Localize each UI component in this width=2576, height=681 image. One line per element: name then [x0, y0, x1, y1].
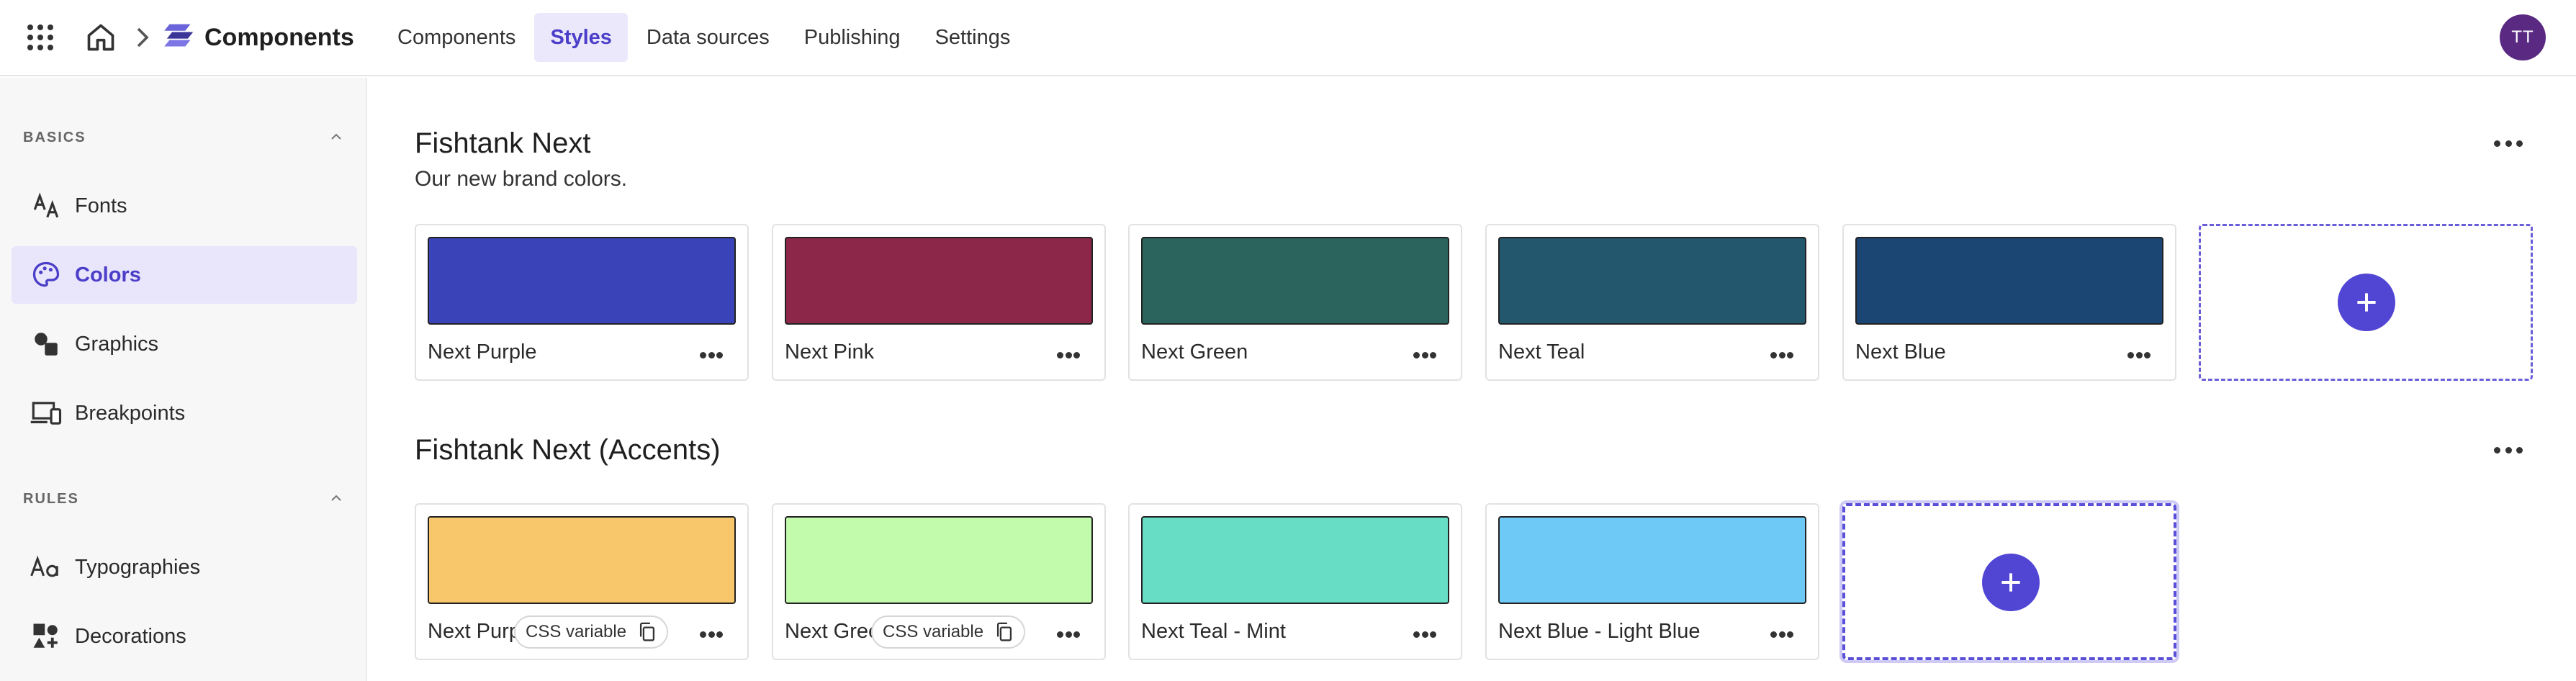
sidebar-item-fonts[interactable]: Fonts	[12, 177, 357, 235]
color-swatch[interactable]	[1498, 237, 1806, 325]
color-swatch[interactable]	[785, 237, 1093, 325]
devices-icon	[29, 396, 63, 430]
section-rules-title: RULES	[23, 491, 79, 507]
chevron-right-icon	[137, 27, 149, 48]
section-basics-title: BASICS	[23, 130, 86, 145]
decorations-icon	[29, 619, 63, 654]
color-swatch[interactable]	[1141, 237, 1449, 325]
css-variable-label: CSS variable	[526, 622, 627, 641]
sidebar-item-label: Decorations	[75, 624, 186, 648]
sidebar: BASICS Fonts Colors Graphics Breakpoints…	[0, 78, 367, 681]
components-logo-icon	[164, 24, 194, 47]
plus-icon	[2338, 274, 2395, 331]
more-options-icon[interactable]	[1057, 631, 1080, 639]
color-swatch[interactable]	[1855, 237, 2163, 325]
color-card[interactable]: Next Teal	[1485, 224, 1819, 381]
sidebar-item-graphics[interactable]: Graphics	[12, 315, 357, 373]
color-card[interactable]: Next Purple	[415, 224, 749, 381]
add-color-button[interactable]	[2199, 224, 2533, 381]
more-options-icon[interactable]	[1770, 631, 1793, 639]
user-avatar[interactable]: TT	[2500, 14, 2546, 60]
color-name: Next Purple	[428, 340, 537, 364]
main-nav: Components Styles Data sources Publishin…	[382, 13, 1029, 62]
sidebar-item-label: Breakpoints	[75, 401, 186, 425]
color-name: Next Green	[785, 620, 878, 643]
color-swatch[interactable]	[1498, 516, 1806, 604]
color-card[interactable]: Next Blue	[1842, 224, 2176, 381]
color-name: Next Teal - Mint	[1141, 620, 1286, 643]
css-variable-copy-button[interactable]: CSS variable	[514, 615, 669, 649]
color-group-title: Fishtank Next	[415, 127, 591, 159]
copy-icon	[997, 622, 1012, 641]
copy-icon	[640, 622, 655, 641]
home-icon[interactable]	[85, 22, 117, 53]
more-options-icon[interactable]	[2494, 140, 2523, 149]
add-color-button[interactable]	[1842, 503, 2176, 660]
color-card[interactable]: Next Teal - Mint	[1128, 503, 1462, 660]
color-card[interactable]: Next Green CSS variable	[772, 503, 1106, 660]
shapes-icon	[29, 327, 63, 361]
css-variable-copy-button[interactable]: CSS variable	[871, 615, 1026, 649]
color-name: Next Blue	[1855, 340, 1946, 364]
more-options-icon[interactable]	[700, 352, 723, 359]
tab-styles[interactable]: Styles	[534, 13, 628, 62]
sidebar-item-decorations[interactable]: Decorations	[12, 608, 357, 665]
color-name: Next Teal	[1498, 340, 1585, 364]
sidebar-item-label: Colors	[75, 263, 141, 287]
top-bar: Components Components Styles Data source…	[0, 0, 2576, 76]
color-name: Next Green	[1141, 340, 1248, 364]
color-swatch[interactable]	[428, 516, 736, 604]
color-swatch[interactable]	[428, 237, 736, 325]
color-group-title: Fishtank Next (Accents)	[415, 434, 721, 466]
sidebar-item-label: Graphics	[75, 332, 159, 356]
palette-icon	[29, 258, 63, 292]
color-name: Next Purple	[428, 620, 521, 643]
color-name: Next Pink	[785, 340, 875, 364]
color-card[interactable]: Next Purple CSS variable	[415, 503, 749, 660]
color-card[interactable]: Next Green	[1128, 224, 1462, 381]
more-options-icon[interactable]	[2127, 352, 2151, 359]
tab-components[interactable]: Components	[382, 13, 531, 62]
more-options-icon[interactable]	[1770, 352, 1793, 359]
color-name: Next Blue - Light Blue	[1498, 620, 1701, 643]
app-title: Components	[204, 24, 354, 51]
plus-icon	[1982, 554, 2040, 611]
sidebar-item-typographies[interactable]: Typographies	[12, 538, 357, 596]
color-swatch[interactable]	[785, 516, 1093, 604]
fonts-icon	[29, 189, 63, 223]
tab-data-sources[interactable]: Data sources	[631, 13, 785, 62]
tab-publishing[interactable]: Publishing	[788, 13, 917, 62]
sidebar-item-breakpoints[interactable]: Breakpoints	[12, 384, 357, 442]
color-card[interactable]: Next Blue - Light Blue	[1485, 503, 1819, 660]
sidebar-item-label: Typographies	[75, 555, 201, 579]
more-options-icon[interactable]	[2494, 447, 2523, 456]
more-options-icon[interactable]	[1057, 352, 1080, 359]
color-group-subtitle: Our new brand colors.	[415, 167, 628, 191]
color-swatch[interactable]	[1141, 516, 1449, 604]
typography-icon	[29, 550, 63, 585]
more-options-icon[interactable]	[1413, 631, 1436, 639]
more-options-icon[interactable]	[700, 631, 723, 639]
chevron-up-icon[interactable]	[330, 494, 343, 502]
tab-settings[interactable]: Settings	[919, 13, 1027, 62]
sidebar-item-label: Fonts	[75, 194, 127, 217]
css-variable-label: CSS variable	[883, 622, 984, 641]
sidebar-item-colors[interactable]: Colors	[12, 246, 357, 304]
app-launcher-icon[interactable]	[27, 24, 53, 50]
color-card[interactable]: Next Pink	[772, 224, 1106, 381]
chevron-up-icon[interactable]	[330, 132, 343, 141]
more-options-icon[interactable]	[1413, 352, 1436, 359]
